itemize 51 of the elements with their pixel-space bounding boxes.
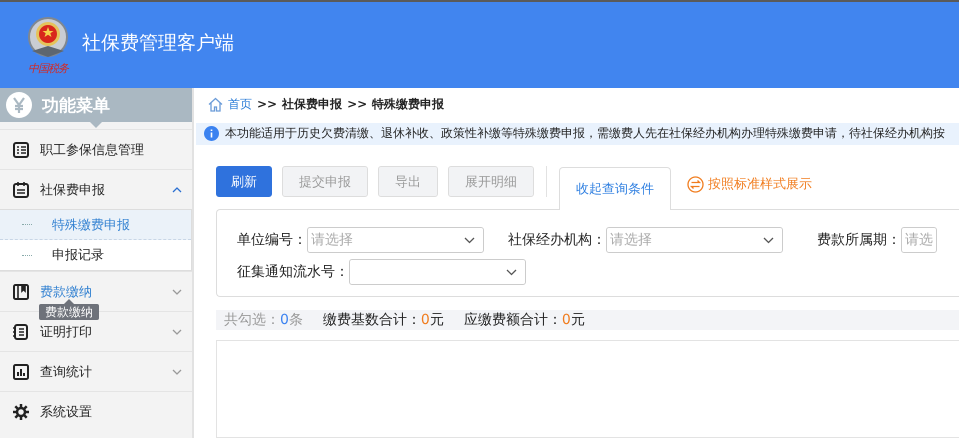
- logo-caption: 中国税务: [28, 60, 68, 76]
- home-icon[interactable]: [208, 96, 223, 112]
- swap-icon: [687, 176, 704, 193]
- toolbar-button[interactable]: 提交申报: [282, 166, 368, 198]
- toolbar-button[interactable]: 刷新: [216, 166, 272, 198]
- info-icon: [204, 126, 219, 142]
- book-icon: [12, 282, 30, 300]
- breadcrumb-item: 特殊缴费申报: [372, 96, 444, 113]
- chevron-icon: [464, 236, 475, 244]
- select-field[interactable]: 请选择: [606, 227, 783, 254]
- bar-chart-icon: [12, 362, 30, 380]
- clipboard-icon: [12, 180, 30, 198]
- summary-value: 0: [420, 312, 430, 328]
- chevron-icon: [763, 236, 774, 244]
- notice-text: 本功能适用于历史欠费清缴、退休补收、政策性补缴等特殊缴费申报，需缴费人先在社保经办机构办理特殊缴费申请，待社保经办机构按: [225, 125, 945, 142]
- summary-value: 0: [280, 312, 289, 328]
- tab[interactable]: 收起查询条件: [559, 167, 671, 210]
- breadcrumb-item: 社保费申报: [282, 96, 342, 113]
- breadcrumb-item: >>: [347, 97, 368, 112]
- breadcrumb-link[interactable]: 首页: [228, 96, 252, 113]
- menu-item[interactable]: 职工参保信息管理: [0, 129, 192, 169]
- summary-label: 应缴费额合计：: [464, 312, 562, 328]
- document-icon: [12, 322, 30, 340]
- summary-unit: 条: [288, 312, 303, 328]
- settings-icon: [12, 402, 30, 420]
- summary-label: 缴费基数合计：: [322, 312, 421, 328]
- submenu-item[interactable]: 特殊缴费申报: [0, 210, 191, 240]
- style-link[interactable]: 按照标准样式展示: [687, 175, 812, 194]
- summary-unit: 元: [430, 312, 444, 328]
- field-label: 费款所属期：: [817, 231, 901, 250]
- select-field[interactable]: 请选: [901, 227, 937, 254]
- field-label: 单位编号：: [237, 231, 307, 250]
- toolbar-button[interactable]: 展开明细: [448, 166, 534, 198]
- field-label: 征集通知流水号：: [237, 263, 349, 282]
- field-label: 社保经办机构：: [508, 231, 606, 250]
- submenu-item[interactable]: 申报记录: [0, 240, 191, 270]
- summary-value: 0: [562, 312, 571, 328]
- tooltip: 费款缴纳: [39, 299, 99, 320]
- select-field[interactable]: 请选择: [307, 227, 484, 254]
- app-title: 社保费管理客户端: [82, 31, 234, 56]
- yen-icon: [6, 92, 32, 118]
- menu-title: 功能菜单: [42, 94, 110, 116]
- breadcrumb-item: >>: [257, 97, 278, 112]
- menu-item[interactable]: 系统设置: [0, 391, 192, 431]
- select-field[interactable]: [349, 259, 526, 286]
- summary-label: 共勾选：: [224, 312, 280, 328]
- menu-item[interactable]: 查询统计: [0, 351, 192, 391]
- chevron-icon: [506, 268, 517, 276]
- list-icon: [12, 140, 30, 158]
- toolbar-button[interactable]: 导出: [378, 166, 438, 198]
- summary-unit: 元: [570, 312, 585, 328]
